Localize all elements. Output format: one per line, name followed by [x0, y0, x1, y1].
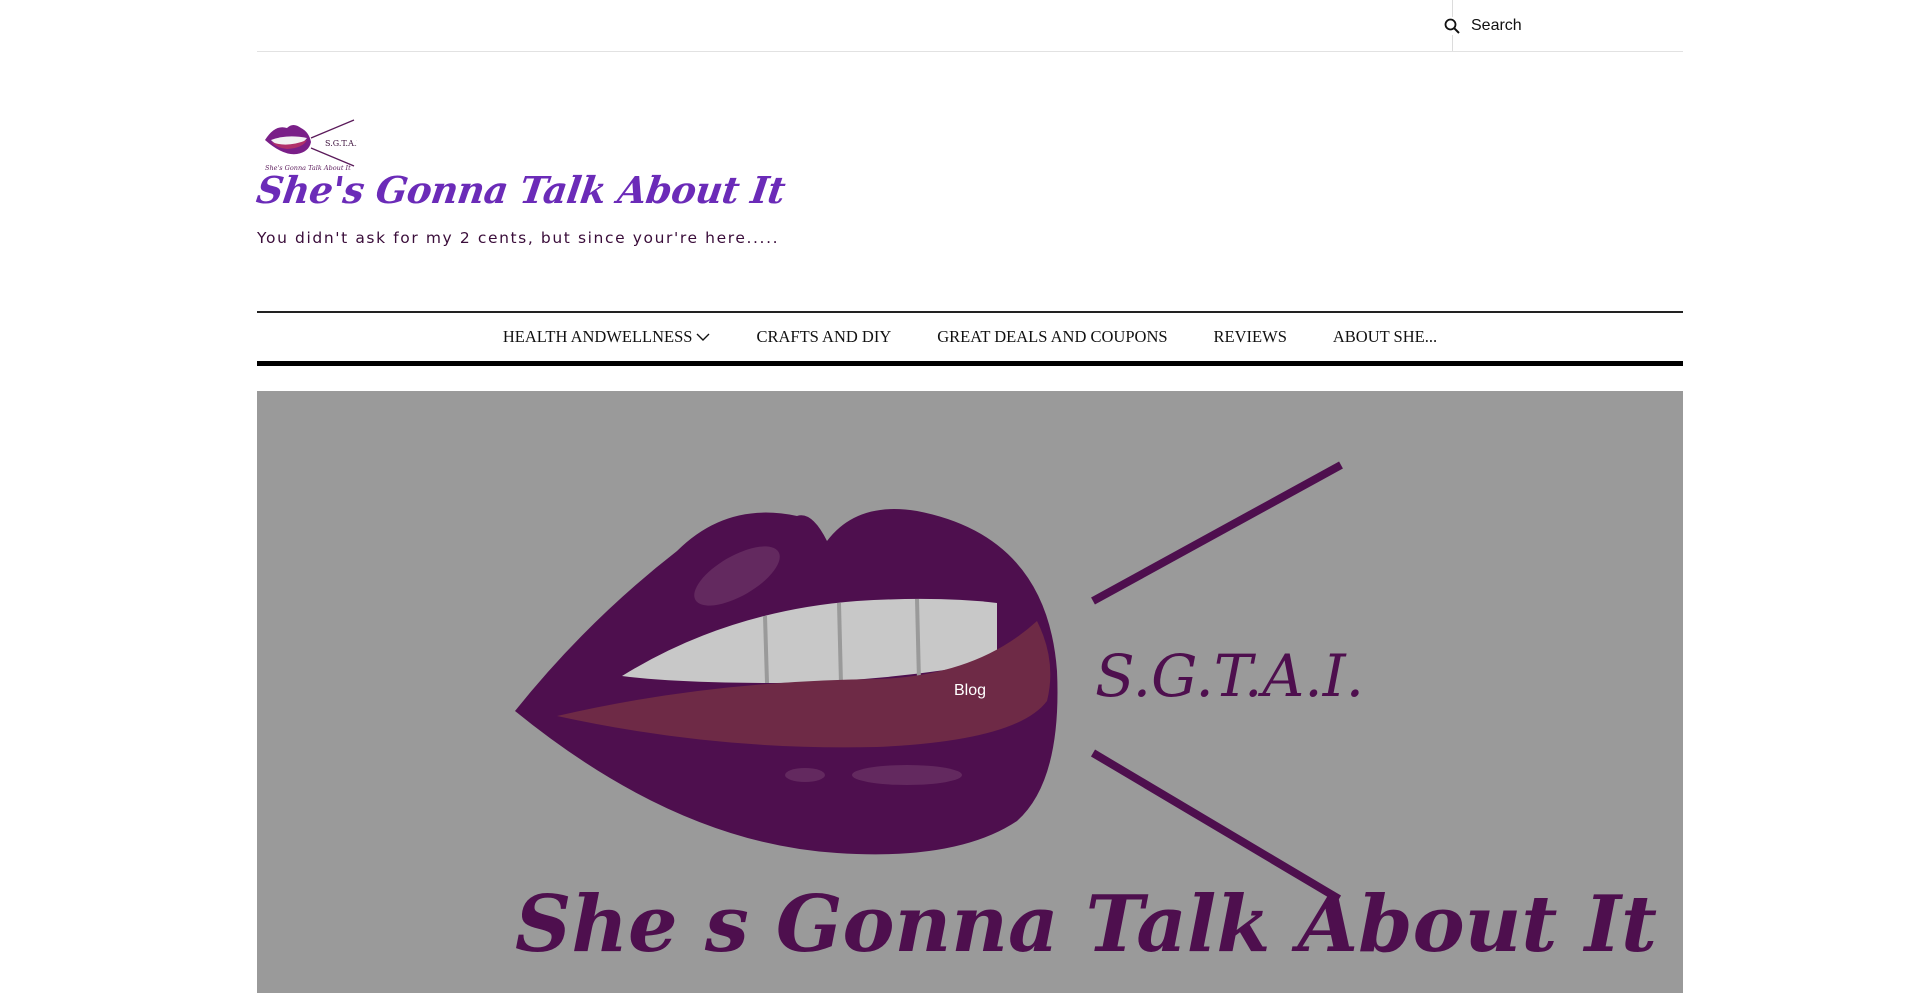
- nav-item-label: CRAFTS AND DIY: [756, 327, 892, 346]
- nav-item-health-wellness[interactable]: HEALTH ANDWELLNESS: [503, 327, 711, 347]
- search-icon[interactable]: [1443, 16, 1461, 35]
- search-box[interactable]: [1443, 0, 1683, 51]
- nav-item-label: REVIEWS: [1213, 327, 1287, 346]
- nav-item-reviews[interactable]: REVIEWS: [1214, 327, 1287, 347]
- nav-item-label: ABOUT SHE...: [1332, 327, 1438, 346]
- nav-item-crafts-diy[interactable]: CRAFTS AND DIY: [756, 327, 891, 347]
- hero-logo-wordmark: She s Gonna Talk About It: [515, 879, 1657, 970]
- hero-banner[interactable]: S.G.T.A.I. She s Gonna Talk About It Blo…: [257, 391, 1683, 993]
- hero-logo-initials: S.G.T.A.I.: [1095, 642, 1364, 710]
- main-nav: HEALTH ANDWELLNESS CRAFTS AND DIY GREAT …: [257, 311, 1683, 366]
- nav-item-about[interactable]: ABOUT SHE...: [1333, 327, 1437, 347]
- search-input[interactable]: [1471, 16, 1651, 35]
- nav-item-label: HEALTH ANDWELLNESS: [502, 327, 693, 346]
- site-tagline: You didn't ask for my 2 cents, but since…: [257, 229, 780, 247]
- page-wrapper: S.G.T.A.I. She's Gonna Talk About It She…: [254, 0, 1683, 993]
- hero-category-label[interactable]: Blog: [954, 682, 986, 700]
- nav-item-deals-coupons[interactable]: GREAT DEALS AND COUPONS: [937, 327, 1167, 347]
- site-logo[interactable]: S.G.T.A.I. She's Gonna Talk About It: [257, 118, 362, 174]
- nav-item-label: GREAT DEALS AND COUPONS: [937, 327, 1168, 346]
- top-bar: [257, 0, 1683, 52]
- chevron-down-icon[interactable]: [696, 332, 710, 342]
- logo-initials: S.G.T.A.I.: [325, 139, 357, 148]
- site-title[interactable]: She's Gonna Talk About It: [254, 168, 788, 212]
